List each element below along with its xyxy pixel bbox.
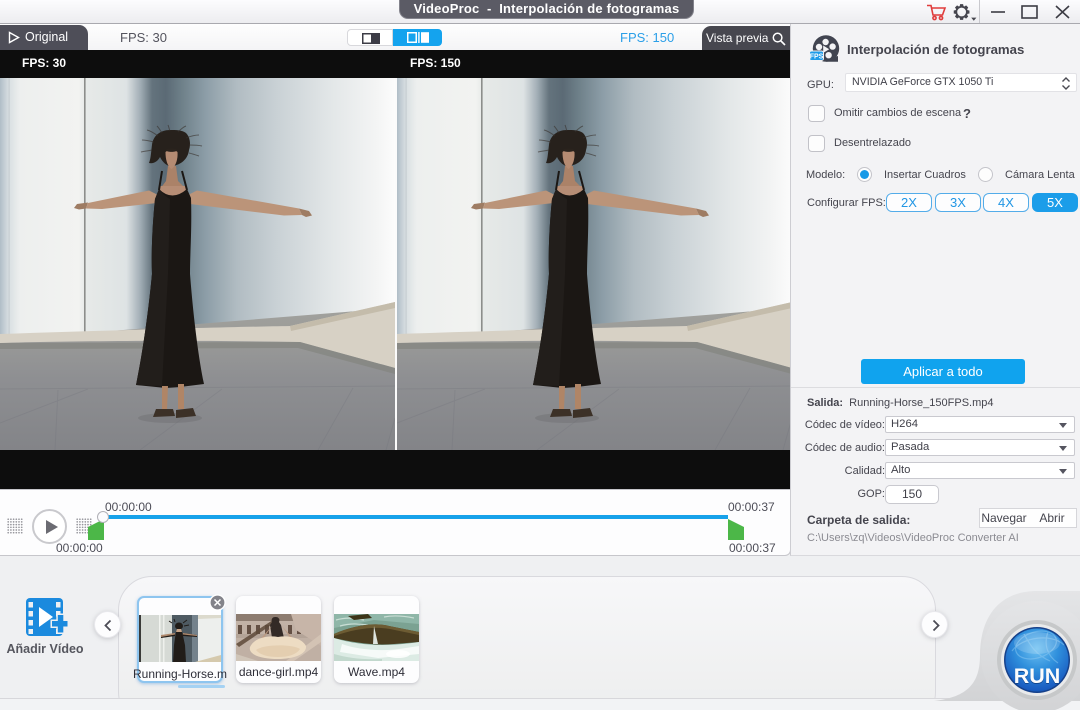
- svg-text:FPS: FPS: [810, 54, 824, 61]
- svg-text:RUN: RUN: [1014, 664, 1061, 688]
